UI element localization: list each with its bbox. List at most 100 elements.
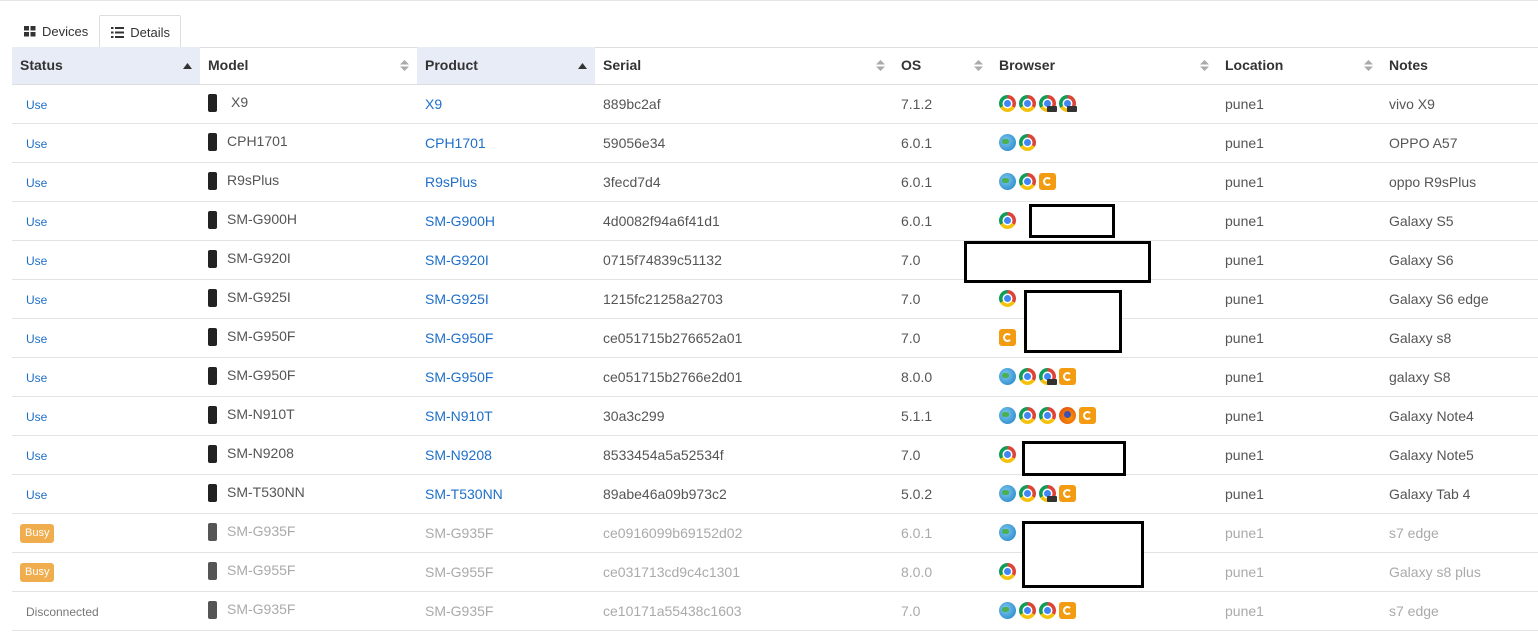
column-header-status[interactable]: Status <box>12 47 200 85</box>
model-name: SM-T530NN <box>227 484 305 501</box>
location-cell: pune1 <box>1217 84 1381 124</box>
os-cell: 7.0 <box>893 435 991 475</box>
use-button[interactable]: Use <box>20 410 47 424</box>
os-version: 7.1.2 <box>901 95 933 112</box>
tab-details[interactable]: Details <box>99 15 181 48</box>
use-button[interactable]: Use <box>20 98 47 112</box>
os-cell: 5.1.1 <box>893 396 991 436</box>
browser-globe-icon <box>999 368 1016 386</box>
status-cell: Use <box>12 84 200 124</box>
browser-icons <box>999 368 1076 386</box>
os-version: 7.0 <box>901 251 921 268</box>
chrome-icon <box>1019 95 1036 113</box>
column-header-os[interactable]: OS <box>893 47 991 85</box>
column-header-model[interactable]: Model <box>200 47 417 85</box>
table-row: Use SM-G900H SM-G900H 4d0082f94a6f41d1 6.0.1… <box>12 201 1538 241</box>
os-cell: 6.0.1 <box>893 123 991 163</box>
sort-icon <box>876 47 885 84</box>
model-name: SM-G935F <box>227 523 296 540</box>
model-cell: CPH1701 <box>200 123 417 163</box>
table-row: Use SM-G920I SM-G920I 0715f74839c51132 7.0 pu… <box>12 240 1538 280</box>
location-value: pune1 <box>1225 290 1264 307</box>
status-cell: Use <box>12 279 200 319</box>
product-link[interactable]: SM-N9208 <box>425 447 492 463</box>
column-header-notes[interactable]: Notes <box>1381 47 1538 85</box>
use-button[interactable]: Use <box>20 332 47 346</box>
model-name: SM-N9208 <box>227 445 294 462</box>
use-button[interactable]: Use <box>20 215 47 229</box>
model-cell: SM-G925I <box>200 279 417 319</box>
uc-browser-icon <box>1039 173 1056 191</box>
phone-icon <box>208 132 217 151</box>
sort-icon <box>1200 47 1209 84</box>
os-version: 5.1.1 <box>901 407 933 424</box>
browser-cell <box>991 474 1217 514</box>
status-cell: Disconnected <box>12 591 200 631</box>
uc-browser-icon <box>1059 485 1076 503</box>
chrome-icon <box>1019 134 1036 152</box>
busy-badge[interactable]: Busy <box>20 523 55 543</box>
serial-cell: ce031713cd9c4c1301 <box>595 552 893 592</box>
use-button[interactable]: Use <box>20 449 47 463</box>
product-cell: SM-G920I <box>417 240 595 280</box>
table-row: Use SM-N9208 SM-N9208 8533454a5a52534f 7.0 pu… <box>12 435 1538 475</box>
os-version: 6.0.1 <box>901 173 933 190</box>
product-link[interactable]: CPH1701 <box>425 135 486 151</box>
use-button[interactable]: Use <box>20 254 47 268</box>
serial-value: 1215fc21258a2703 <box>603 290 723 307</box>
use-button[interactable]: Use <box>20 371 47 385</box>
product-link[interactable]: SM-G925I <box>425 291 489 307</box>
browser-globe-icon <box>999 134 1016 152</box>
os-cell: 7.0 <box>893 318 991 358</box>
browser-icons <box>999 290 1016 308</box>
column-header-product[interactable]: Product <box>417 47 595 85</box>
tab-devices[interactable]: Devices <box>12 15 99 47</box>
notes-cell: Galaxy S6 <box>1381 240 1538 280</box>
product-link[interactable]: SM-G900H <box>425 213 495 229</box>
chrome-beta-icon <box>1039 95 1057 113</box>
product-link[interactable]: X9 <box>425 96 442 112</box>
browser-cell <box>991 123 1217 163</box>
browser-icons <box>999 485 1076 503</box>
serial-cell: 89abe46a09b973c2 <box>595 474 893 514</box>
product-link[interactable]: SM-T530NN <box>425 486 503 502</box>
location-value: pune1 <box>1225 485 1264 502</box>
use-button[interactable]: Use <box>20 137 47 151</box>
browser-cell <box>991 396 1217 436</box>
column-header-serial[interactable]: Serial <box>595 47 893 85</box>
column-header-browser[interactable]: Browser <box>991 47 1217 85</box>
os-version: 6.0.1 <box>901 524 933 541</box>
column-header-location[interactable]: Location <box>1217 47 1381 85</box>
redaction-box <box>1022 521 1144 588</box>
product-cell: SM-G935F <box>417 513 595 553</box>
product-link[interactable]: R9sPlus <box>425 174 477 190</box>
chrome-icon <box>1039 602 1056 620</box>
redaction-box <box>964 241 1151 283</box>
product-link[interactable]: SM-G920I <box>425 252 489 268</box>
product-link[interactable]: SM-G950F <box>425 369 493 385</box>
browser-globe-icon <box>999 524 1016 542</box>
model-name: SM-N910T <box>227 406 295 423</box>
os-cell: 5.0.2 <box>893 474 991 514</box>
notes-value: Galaxy Note4 <box>1389 407 1474 424</box>
busy-badge[interactable]: Busy <box>20 562 55 582</box>
use-button[interactable]: Use <box>20 488 47 502</box>
browser-globe-icon <box>999 407 1016 425</box>
redaction-box <box>1029 204 1115 238</box>
column-header-label: OS <box>901 57 922 74</box>
phone-icon <box>208 405 217 424</box>
location-value: pune1 <box>1225 95 1264 112</box>
use-button[interactable]: Use <box>20 293 47 307</box>
product-link[interactable]: SM-G950F <box>425 330 493 346</box>
product-link[interactable]: SM-N910T <box>425 408 493 424</box>
serial-value: 89abe46a09b973c2 <box>603 485 727 502</box>
sort-icon <box>974 47 983 84</box>
location-value: pune1 <box>1225 446 1264 463</box>
phone-icon <box>208 600 217 619</box>
phone-icon <box>208 561 217 580</box>
product-cell: CPH1701 <box>417 123 595 163</box>
notes-value: Galaxy s8 plus <box>1389 563 1481 580</box>
table-row: Use SM-G925I SM-G925I 1215fc21258a2703 7.0 pu… <box>12 279 1538 319</box>
location-cell: pune1 <box>1217 552 1381 592</box>
use-button[interactable]: Use <box>20 176 47 190</box>
